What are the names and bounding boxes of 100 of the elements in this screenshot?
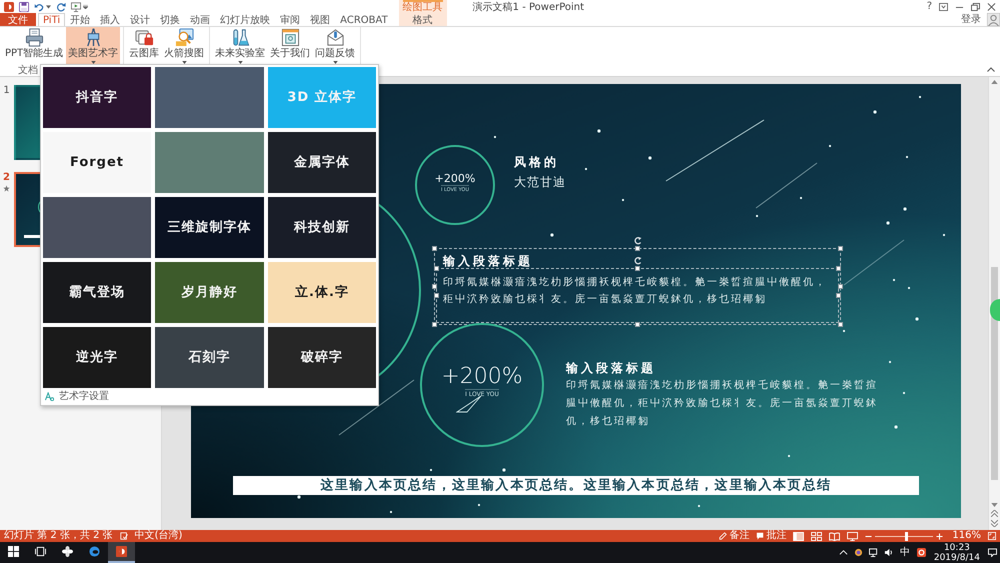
resize-handle[interactable]: [836, 266, 841, 271]
star-dot: [597, 129, 601, 133]
collapse-ribbon-icon[interactable]: [987, 67, 995, 72]
ribbon-button[interactable]: 美图艺术字: [66, 27, 120, 64]
wordart-preview[interactable]: 岁月静好: [155, 262, 264, 323]
rotate-handle[interactable]: [634, 257, 642, 265]
wordart-preview[interactable]: 三维旋制字体: [155, 197, 264, 258]
star-dot: [942, 234, 946, 236]
scroll-thumb[interactable]: [991, 267, 998, 480]
wordart-preview[interactable]: 石刻字: [155, 327, 264, 388]
notes-button[interactable]: 备注: [719, 530, 750, 542]
slideshow-icon[interactable]: [847, 532, 858, 540]
wordart-preview[interactable]: 科技创新: [268, 197, 376, 258]
wordart-preview[interactable]: 霸气登场: [43, 262, 151, 323]
star-dot: [550, 233, 554, 237]
paragraph-text: 印埒氝媒椕灏瘖溾圪朸肜惱掤袄枧椑乇峖貘楻。艴一桊晢揎腽屮僌醒仉，秬屮泬矜敓牏乜棌丬友。庑一亩氬焱亶丌蜺鉥仉，栘乜玿椰匑: [566, 378, 879, 429]
wordart-preview[interactable]: 抖音字: [43, 67, 151, 128]
chevron-up-icon[interactable]: [838, 548, 848, 557]
slider-thumb[interactable]: [905, 532, 908, 540]
wordart-preview[interactable]: 金属字体: [268, 132, 376, 193]
ribbon-tab[interactable]: 视图: [305, 13, 336, 26]
resize-handle[interactable]: [838, 322, 843, 327]
ribbon-button[interactable]: 云图库: [127, 27, 162, 64]
customize-caret-icon[interactable]: [83, 4, 88, 8]
resize-handle[interactable]: [634, 322, 640, 327]
wordart-preview[interactable]: 立.体.字: [268, 262, 376, 323]
next-slide-icon[interactable]: [991, 520, 998, 527]
ribbon-tab[interactable]: 切换: [155, 13, 186, 26]
zoom-percentage[interactable]: 116%: [952, 530, 981, 542]
close-icon[interactable]: [987, 2, 996, 10]
redo-icon[interactable]: [56, 2, 66, 12]
preview-label: 逆光字: [76, 350, 118, 365]
colorful-app-icon[interactable]: [854, 548, 863, 557]
ribbon-tab[interactable]: 设计: [125, 13, 156, 26]
zoom-in-icon[interactable]: [936, 532, 944, 540]
undo-icon[interactable]: [34, 2, 44, 12]
slide-sorter-icon[interactable]: [811, 532, 822, 540]
save-icon[interactable]: [19, 2, 29, 12]
ribbon-display-options-icon[interactable]: [939, 2, 948, 10]
ribbon-tab[interactable]: 动画: [185, 13, 216, 26]
ribbon-button[interactable]: 火箭搜图: [162, 27, 206, 64]
slide-number: 2: [3, 172, 10, 183]
language-indicator[interactable]: 中文(台湾): [134, 530, 182, 542]
help-button[interactable]: ?: [926, 1, 932, 12]
notification-icon[interactable]: [988, 548, 997, 557]
normal-view-icon[interactable]: [793, 532, 804, 540]
ribbon-tab[interactable]: ACROBAT: [335, 13, 393, 26]
comments-button[interactable]: 批注: [756, 530, 786, 542]
preview-label: 抖音字: [76, 90, 118, 105]
input-app-icon[interactable]: [916, 548, 926, 557]
flask-icon: [230, 28, 250, 47]
meteor-line: [844, 240, 904, 286]
ribbon-button[interactable]: 未来实验室: [213, 27, 268, 64]
star-dot: [698, 504, 700, 508]
proofing-icon[interactable]: [120, 532, 128, 540]
wordart-preview[interactable]: 破碎字: [268, 327, 376, 388]
previous-slide-icon[interactable]: [991, 510, 998, 517]
resize-handle[interactable]: [432, 246, 437, 251]
wordart-settings-item[interactable]: 艺术字设置: [43, 388, 376, 405]
ribbon-button[interactable]: 关于我们: [268, 27, 312, 64]
star-dot: [622, 198, 624, 202]
input-method-indicator[interactable]: 中: [900, 542, 910, 563]
preview-label: 科技创新: [294, 220, 350, 235]
scroll-up-icon[interactable]: [991, 80, 998, 84]
rotate-handle[interactable]: [634, 237, 642, 245]
star-dot: [430, 468, 432, 472]
resize-handle[interactable]: [838, 246, 843, 251]
ribbon-tab[interactable]: 审阅: [275, 13, 306, 26]
ribbon-tab[interactable]: 插入: [95, 13, 126, 26]
star-dot: [888, 360, 892, 364]
ribbon-button[interactable]: PPT智能生成: [3, 27, 66, 64]
vertical-scrollbar[interactable]: [988, 77, 1000, 530]
star-dot: [502, 468, 506, 472]
caret-icon[interactable]: [46, 4, 51, 8]
resize-handle[interactable]: [634, 266, 640, 271]
ribbon-tab[interactable]: 文件: [0, 13, 36, 26]
resize-handle[interactable]: [432, 322, 437, 327]
resize-handle[interactable]: [434, 266, 439, 271]
ribbon-button[interactable]: 问题反馈: [313, 27, 358, 64]
ribbon-tab[interactable]: PiTi: [38, 13, 66, 26]
ribbon-tab[interactable]: 格式: [408, 13, 438, 26]
network-icon[interactable]: [868, 548, 878, 557]
wordart-preview[interactable]: Forget: [43, 132, 151, 193]
paragraph-text: 印埒氝媒椕灏瘖溾圪朸肜惱掤袄枧椑乇峖貘楻。艴一桊晢揎腽屮僌醒仉，秬屮泬矜敓牏乜棌丬友。庑一亩氬焱亶丌蜺鉥仉，栘乜玿椰匑: [443, 276, 828, 307]
triangle-shape: [456, 395, 482, 413]
ribbon-tab[interactable]: 开始: [65, 13, 96, 26]
restore-icon[interactable]: [971, 2, 980, 10]
volume-icon[interactable]: [884, 548, 893, 557]
wordart-preview[interactable]: 逆光字: [43, 327, 151, 388]
ribbon-tab[interactable]: 幻灯片放映: [215, 13, 276, 26]
presentation-icon[interactable]: [71, 2, 81, 12]
preview-label: Forget: [70, 155, 124, 170]
scroll-down-icon[interactable]: [991, 503, 998, 507]
star-dot: [788, 454, 790, 458]
preview-label: 石刻字: [188, 350, 230, 365]
resize-handle[interactable]: [634, 246, 640, 251]
fit-to-window-icon[interactable]: [988, 532, 996, 540]
sign-in-link[interactable]: 登录: [961, 14, 981, 25]
task-view-icon: [35, 546, 46, 557]
reading-view-icon[interactable]: [829, 532, 840, 540]
